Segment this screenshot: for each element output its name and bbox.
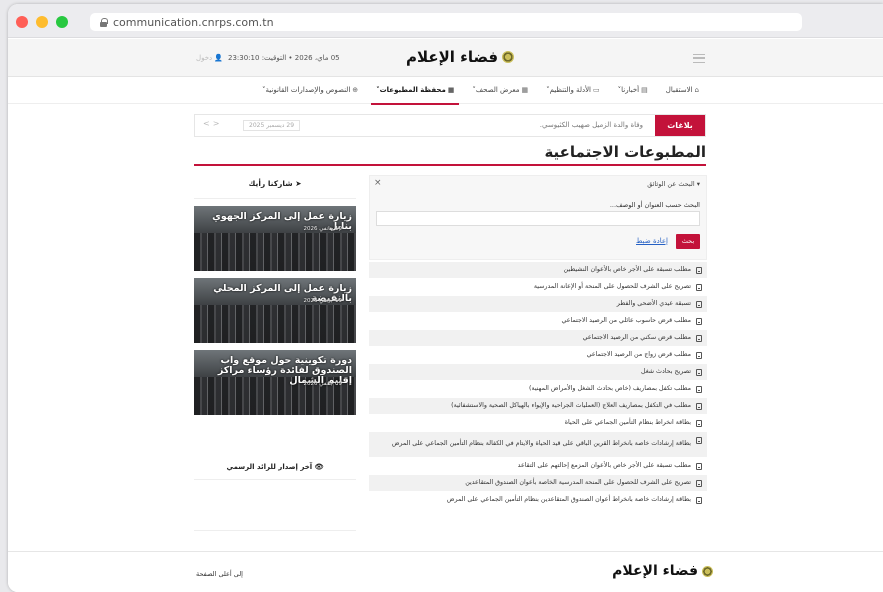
login-link[interactable]: 👤 دخول: [196, 54, 223, 62]
news-ticker: بلاغات وفاة والدة الزميل صهيب الكثيوسي. …: [194, 114, 706, 137]
maximize-window-button[interactable]: [56, 16, 68, 28]
file-icon: [696, 284, 702, 291]
eye-icon: 👁: [314, 462, 324, 471]
ticker-arrows: <>: [203, 119, 222, 128]
file-icon: [696, 267, 702, 274]
current-date: 05 ماي، 2026: [294, 54, 340, 62]
site-name: فضاء الإعلام: [406, 48, 499, 66]
close-window-button[interactable]: [16, 16, 28, 28]
file-icon: [696, 369, 702, 376]
user-icon: 👤: [214, 54, 224, 62]
browser-window: communication.cnrps.com.tn فضاء الإعلام …: [8, 4, 883, 592]
news-card-date: 19 جانفي 2026: [303, 298, 342, 304]
file-icon: [696, 497, 702, 504]
ticker-label: بلاغات: [655, 115, 705, 136]
hamburger-menu-icon[interactable]: [693, 54, 705, 63]
search-panel-title[interactable]: ▾ البحث عن الوثائق: [647, 180, 700, 188]
news-photo: [194, 305, 356, 343]
url-text: communication.cnrps.com.tn: [113, 15, 274, 29]
home-icon: ⌂: [694, 86, 699, 94]
newspaper-icon: ▦: [521, 86, 529, 94]
list-item[interactable]: مطلب قرض سكني من الرصيد الاجتماعي: [369, 330, 707, 347]
list-item[interactable]: تصريح على الشرف للحصول على المنحة المدرس…: [369, 475, 707, 492]
news-card-date: 09 جانفي 2026: [303, 381, 342, 387]
list-item[interactable]: مطلب في التكفل بمصاريف العلاج (العمليات …: [369, 398, 707, 415]
briefcase-icon: ■: [447, 86, 455, 94]
share-opinion-heading[interactable]: ➤ شاركنا رأيك: [194, 169, 356, 199]
top-bar: فضاء الإعلام 05 ماي، 2026 • التوقيت: 23:…: [8, 39, 883, 77]
news-card-date: 19 جانفي 2026: [303, 226, 342, 232]
document-list: مطلب تسبقة على الأجر خاص بالأعوان النشيط…: [369, 262, 707, 509]
address-bar[interactable]: communication.cnrps.com.tn: [90, 13, 802, 31]
list-item[interactable]: بطاقة إرشادات خاصة بانخراط أعوان الصندوق…: [369, 492, 707, 509]
site-logo[interactable]: فضاء الإعلام: [406, 48, 515, 66]
page-title: المطبوعات الاجتماعية: [544, 143, 706, 161]
news-photo: [194, 233, 356, 271]
chevron-left-icon[interactable]: <: [203, 119, 213, 128]
current-time: 23:30:10: [228, 54, 260, 62]
file-icon: [696, 463, 702, 470]
list-item[interactable]: بطاقة انخراط بنظام التأمين الجماعي على ا…: [369, 415, 707, 432]
list-item[interactable]: تصريح بحادث شغل: [369, 364, 707, 381]
browser-chrome: communication.cnrps.com.tn: [8, 4, 883, 38]
search-button[interactable]: بحث: [676, 234, 700, 249]
nav-item-home[interactable]: ⌂الاستقبال: [657, 77, 708, 104]
footer-site-name: فضاء الإعلام: [612, 563, 698, 579]
page: فضاء الإعلام 05 ماي، 2026 • التوقيت: 23:…: [8, 39, 883, 592]
official-gazette-heading[interactable]: 👁 آخر إصدار للرائد الرسمي: [194, 454, 356, 480]
date-time: 05 ماي، 2026 • التوقيت: 23:30:10: [228, 54, 340, 62]
news-icon: ▤: [641, 86, 648, 94]
list-item[interactable]: بطاقة إرشادات خاصة بانخراط القرين الباقي…: [369, 432, 707, 458]
list-item[interactable]: مطلب قرض حاسوب عائلي من الرصيد الاجتماعي: [369, 313, 707, 330]
file-icon: [696, 335, 702, 342]
list-item[interactable]: مطلب تكفل بمصاريف (خاص بحادث الشغل والأم…: [369, 381, 707, 398]
list-item[interactable]: مطلب تسبقة على الأجر خاص بالأعوان المزمع…: [369, 458, 707, 475]
file-icon: [696, 352, 702, 359]
list-item[interactable]: تسبقة عيدي الأضحى والفطر: [369, 296, 707, 313]
title-divider: [194, 164, 706, 166]
nav-item-publications[interactable]: ■محفظة المطبوعات˅: [367, 77, 463, 105]
chevron-right-icon[interactable]: >: [213, 119, 223, 128]
file-icon: [696, 301, 702, 308]
nav-item-legal[interactable]: ⊕النصوص والإصدارات القانونية˅: [253, 77, 367, 104]
nav-item-press[interactable]: ▦معرض الصحف˅: [463, 77, 537, 104]
file-icon: [696, 403, 702, 410]
news-card[interactable]: دورة تكوينية حول موقع واب الصندوق لفائدة…: [194, 350, 356, 415]
file-icon: [696, 318, 702, 325]
news-card[interactable]: زيارة عمل إلى المركز المحلي بالنفيضة 19 …: [194, 278, 356, 343]
list-item[interactable]: تصريح على الشرف للحصول على المنحة أو الإ…: [369, 279, 707, 296]
lock-icon: [100, 18, 108, 27]
sidebar: ➤ شاركنا رأيك زيارة عمل إلى المركز الجهو…: [194, 169, 356, 415]
close-icon[interactable]: ×: [374, 178, 382, 188]
list-item[interactable]: مطلب قرض زواج من الرصيد الاجتماعي: [369, 347, 707, 364]
sidebar-divider: [194, 530, 356, 531]
footer: فضاء الإعلام إلى أعلى الصفحة: [8, 551, 883, 592]
login-label: دخول: [196, 54, 213, 62]
nav-item-guides[interactable]: ▭الأدلة والتنظيم˅: [537, 77, 609, 104]
reset-link[interactable]: إعادة ضبط: [636, 237, 668, 245]
document-search-panel: ▾ البحث عن الوثائق × البحث حسب العنوان أ…: [369, 175, 707, 260]
caret-down-icon: ▾: [696, 180, 700, 188]
globe-icon: ⊕: [352, 86, 359, 94]
file-icon: [696, 480, 702, 487]
ticker-date: 29 ديسمبر 2025: [243, 120, 301, 131]
emblem-icon: [502, 51, 515, 63]
emblem-icon: [702, 565, 713, 577]
minimize-window-button[interactable]: [36, 16, 48, 28]
main-nav: ⌂الاستقبال ▤أخبارنا˅ ▭الأدلة والتنظيم˅ ▦…: [8, 77, 883, 105]
time-label: التوقيت:: [261, 54, 287, 62]
nav-item-news[interactable]: ▤أخبارنا˅: [609, 77, 657, 104]
file-icon: [696, 437, 702, 444]
folder-icon: ▭: [593, 86, 600, 94]
file-icon: [696, 420, 702, 427]
list-item[interactable]: مطلب تسبقة على الأجر خاص بالأعوان النشيط…: [369, 262, 707, 279]
search-input[interactable]: [376, 211, 700, 226]
footer-logo[interactable]: فضاء الإعلام: [612, 563, 713, 579]
ticker-text[interactable]: وفاة والدة الزميل صهيب الكثيوسي.: [540, 115, 643, 136]
send-icon: ➤: [295, 179, 302, 188]
search-field-label: البحث حسب العنوان أو الوصف...: [609, 201, 700, 209]
news-card[interactable]: زيارة عمل إلى المركز الجهوي بنابل 19 جان…: [194, 206, 356, 271]
back-to-top-link[interactable]: إلى أعلى الصفحة: [196, 570, 243, 578]
file-icon: [696, 386, 702, 393]
